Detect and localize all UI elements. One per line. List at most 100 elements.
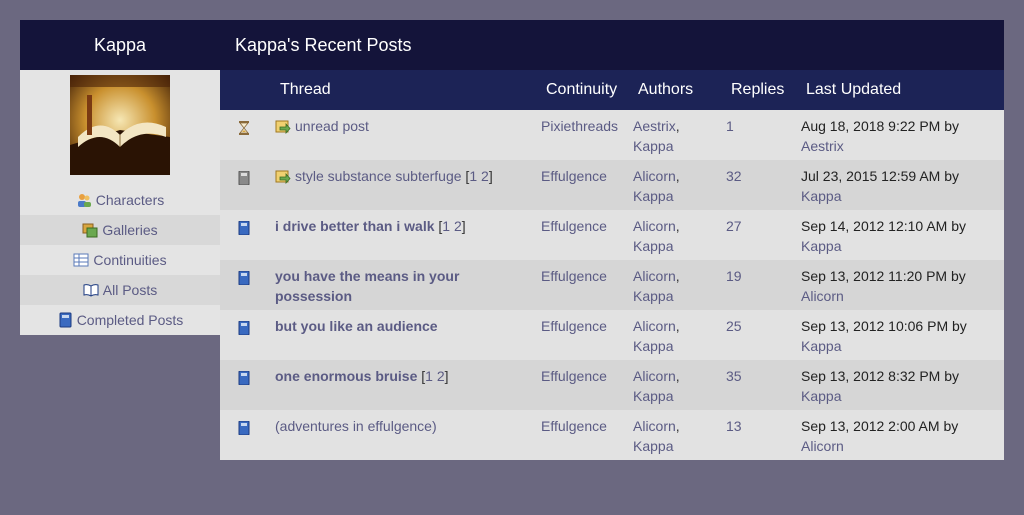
updated-by-link[interactable]: Kappa bbox=[801, 338, 841, 354]
author-link[interactable]: Alicorn bbox=[633, 318, 676, 334]
continuities-icon bbox=[73, 253, 89, 267]
replies-link[interactable]: 1 bbox=[726, 116, 734, 136]
book-closed-icon bbox=[59, 312, 72, 328]
replies-link[interactable]: 32 bbox=[726, 166, 742, 186]
table-row: i drive better than i walk [1 2] Effulgen… bbox=[220, 210, 1004, 260]
sidebar-item-label: Galleries bbox=[102, 222, 158, 238]
author-link[interactable]: Kappa bbox=[633, 288, 673, 304]
avatar[interactable] bbox=[70, 75, 170, 175]
thread-cell: (adventures in effulgence) bbox=[275, 416, 525, 436]
sidebar-menu: Characters Galleries Continuities All Po… bbox=[20, 185, 220, 335]
thread-link[interactable]: one enormous bruise bbox=[275, 368, 417, 384]
replies-link[interactable]: 25 bbox=[726, 316, 742, 336]
thread-link[interactable]: but you like an audience bbox=[275, 318, 438, 334]
authors-cell: Alicorn, Kappa bbox=[633, 266, 680, 306]
updated-timestamp: Sep 13, 2012 10:06 PM by bbox=[801, 318, 967, 334]
continuity-link[interactable]: Effulgence bbox=[541, 216, 607, 236]
updated-by-link[interactable]: Alicorn bbox=[801, 288, 844, 304]
updated-by-link[interactable]: Alicorn bbox=[801, 438, 844, 454]
sidebar-item-label: All Posts bbox=[102, 282, 158, 298]
column-continuity: Continuity bbox=[546, 81, 618, 98]
thread-link[interactable]: (adventures in effulgence) bbox=[275, 418, 437, 434]
replies-link[interactable]: 27 bbox=[726, 216, 742, 236]
updated-by-link[interactable]: Kappa bbox=[801, 238, 841, 254]
page-links: [1 2] bbox=[417, 368, 449, 384]
last-updated-cell: Sep 13, 2012 2:00 AM by Alicorn bbox=[801, 416, 958, 456]
sidebar-item-all-posts[interactable]: All Posts bbox=[20, 275, 220, 305]
author-link[interactable]: Alicorn bbox=[633, 368, 676, 384]
page-link-1[interactable]: 1 bbox=[442, 218, 450, 234]
continuity-link[interactable]: Pixiethreads bbox=[541, 116, 618, 136]
continuity-link[interactable]: Effulgence bbox=[541, 366, 607, 386]
blue-book-icon bbox=[238, 271, 250, 285]
updated-by-link[interactable]: Aestrix bbox=[801, 138, 844, 154]
author-link[interactable]: Kappa bbox=[633, 138, 673, 154]
unread-arrow-icon[interactable] bbox=[275, 168, 291, 184]
updated-by-link[interactable]: Kappa bbox=[801, 188, 841, 204]
thread-cell: i drive better than i walk [1 2] bbox=[275, 216, 525, 236]
page-link-2[interactable]: 2 bbox=[437, 368, 445, 384]
author-link[interactable]: Kappa bbox=[633, 238, 673, 254]
thread-link[interactable]: unread post bbox=[295, 118, 369, 134]
avatar-container bbox=[20, 70, 220, 185]
thread-cell: but you like an audience bbox=[275, 316, 525, 336]
sidebar-item-galleries[interactable]: Galleries bbox=[20, 215, 220, 245]
author-link[interactable]: Alicorn bbox=[633, 418, 676, 434]
table-header: Thread Continuity Authors Replies Last U… bbox=[220, 70, 1004, 110]
last-updated-cell: Jul 23, 2015 12:59 AM by Kappa bbox=[801, 166, 959, 206]
authors-cell: Alicorn, Kappa bbox=[633, 216, 680, 256]
table-row: one enormous bruise [1 2] Effulgence Alico… bbox=[220, 360, 1004, 410]
column-thread: Thread bbox=[280, 81, 331, 98]
updated-timestamp: Sep 13, 2012 2:00 AM by bbox=[801, 418, 959, 434]
authors-cell: Alicorn, Kappa bbox=[633, 316, 680, 356]
table-row: unread post Pixiethreads Aestrix, Kappa 1 Aug… bbox=[220, 110, 1004, 160]
author-link[interactable]: Kappa bbox=[633, 388, 673, 404]
continuity-link[interactable]: Effulgence bbox=[541, 416, 607, 436]
author-link[interactable]: Kappa bbox=[633, 438, 673, 454]
thread-link[interactable]: i drive better than i walk bbox=[275, 218, 435, 234]
author-separator: , bbox=[675, 418, 680, 434]
page-link-1[interactable]: 1 bbox=[469, 168, 477, 184]
author-link[interactable]: Kappa bbox=[633, 188, 673, 204]
continuity-link[interactable]: Effulgence bbox=[541, 266, 607, 286]
last-updated-cell: Sep 13, 2012 10:06 PM by Kappa bbox=[801, 316, 967, 356]
blue-book-icon bbox=[238, 371, 250, 385]
table-row: style substance subterfuge [1 2] Effulgen… bbox=[220, 160, 1004, 210]
continuity-link[interactable]: Effulgence bbox=[541, 316, 607, 336]
continuity-link[interactable]: Effulgence bbox=[541, 166, 607, 186]
sidebar-item-label: Continuities bbox=[93, 252, 167, 268]
author-link[interactable]: Alicorn bbox=[633, 168, 676, 184]
author-link[interactable]: Kappa bbox=[633, 338, 673, 354]
page-links: [1 2] bbox=[461, 168, 493, 184]
characters-icon bbox=[77, 194, 91, 207]
replies-link[interactable]: 35 bbox=[726, 366, 742, 386]
sidebar-item-characters[interactable]: Characters bbox=[20, 185, 220, 215]
page-link-2[interactable]: 2 bbox=[481, 168, 489, 184]
author-link[interactable]: Aestrix bbox=[633, 118, 676, 134]
thread-cell: you have the means in your possession bbox=[275, 266, 525, 306]
author-link[interactable]: Alicorn bbox=[633, 218, 676, 234]
hourglass-icon bbox=[239, 121, 249, 135]
replies-link[interactable]: 19 bbox=[726, 266, 742, 286]
thread-cell: unread post bbox=[275, 116, 525, 136]
page-links: [1 2] bbox=[434, 218, 466, 234]
last-updated-cell: Aug 18, 2018 9:22 PM by Aestrix bbox=[801, 116, 959, 156]
sidebar-item-continuities[interactable]: Continuities bbox=[20, 245, 220, 275]
updated-timestamp: Sep 13, 2012 8:32 PM by bbox=[801, 368, 959, 384]
replies-link[interactable]: 13 bbox=[726, 416, 742, 436]
thread-cell: style substance subterfuge [1 2] bbox=[275, 166, 525, 186]
unread-arrow-icon[interactable] bbox=[275, 118, 291, 134]
page-link-1[interactable]: 1 bbox=[425, 368, 433, 384]
author-separator: , bbox=[675, 218, 680, 234]
sidebar-item-completed-posts[interactable]: Completed Posts bbox=[20, 305, 220, 335]
last-updated-cell: Sep 14, 2012 12:10 AM by Kappa bbox=[801, 216, 966, 256]
updated-by-link[interactable]: Kappa bbox=[801, 388, 841, 404]
thread-link[interactable]: style substance subterfuge bbox=[295, 168, 462, 184]
thread-link[interactable]: you have the means in your possession bbox=[275, 268, 459, 304]
author-separator: , bbox=[675, 368, 680, 384]
page-link-2[interactable]: 2 bbox=[454, 218, 462, 234]
authors-cell: Alicorn, Kappa bbox=[633, 416, 680, 456]
author-link[interactable]: Alicorn bbox=[633, 268, 676, 284]
updated-timestamp: Jul 23, 2015 12:59 AM by bbox=[801, 168, 959, 184]
sidebar: Kappa Characters Galleries Continuities … bbox=[20, 20, 220, 335]
